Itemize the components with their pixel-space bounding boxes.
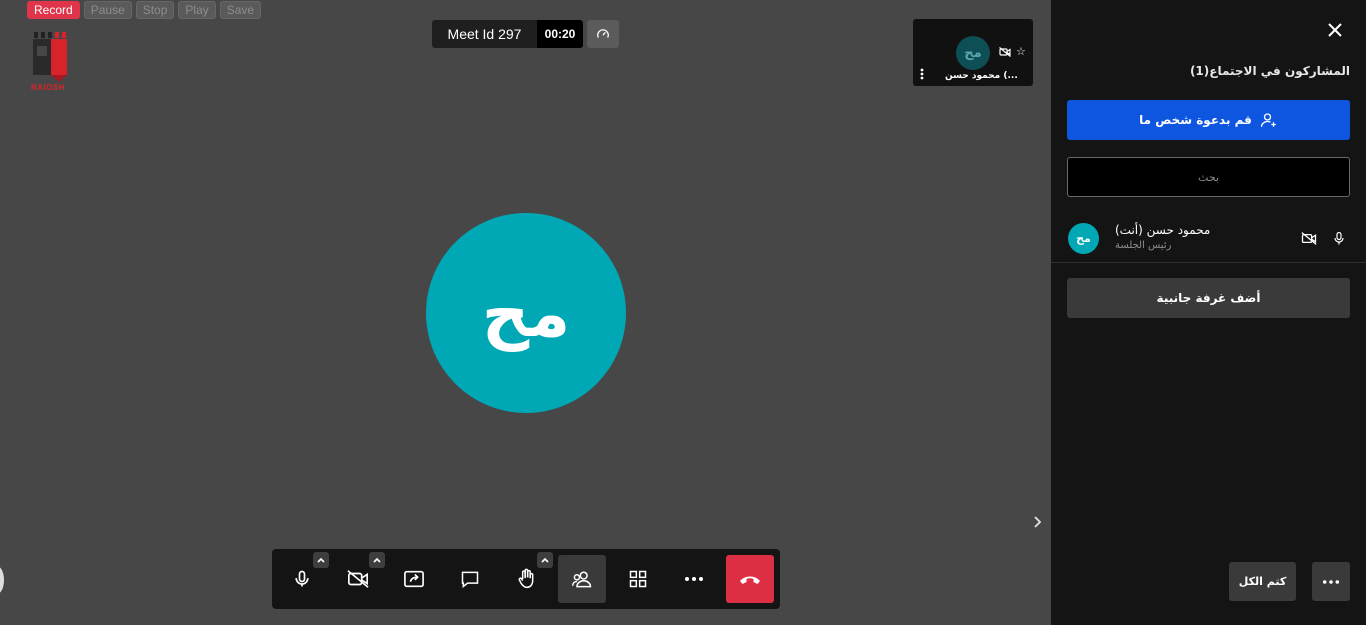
panel-more-button[interactable] <box>1312 562 1350 601</box>
save-button[interactable]: Save <box>219 1 262 19</box>
performance-settings-button[interactable] <box>587 20 619 48</box>
play-button[interactable]: Play <box>178 1 216 19</box>
tile-view-button[interactable] <box>614 555 662 603</box>
more-actions-button[interactable] <box>670 555 718 603</box>
chat-icon <box>461 571 479 589</box>
close-icon <box>1328 23 1342 37</box>
hangup-icon <box>740 576 760 584</box>
thumbnail-name: محمود حسن (... <box>945 71 1018 81</box>
thumbnail-menu-icon[interactable] <box>920 68 924 80</box>
camera-options-button[interactable] <box>369 552 385 568</box>
main-avatar: مح <box>426 213 626 413</box>
participants-panel: المشاركون في الاجتماع(1) قم بدعوة شخص ما… <box>1051 0 1366 625</box>
chevron-up-icon <box>541 557 549 563</box>
participant-row[interactable]: مح محمود حسن (أنت) رئيس الجلسة <box>1051 212 1366 263</box>
edge-handle <box>0 566 4 594</box>
close-panel-button[interactable] <box>1325 20 1345 40</box>
record-button[interactable]: Record <box>27 1 80 19</box>
participant-name: محمود حسن (أنت) <box>1115 223 1211 237</box>
participants-button[interactable] <box>558 555 606 603</box>
microphone-icon <box>1334 231 1344 245</box>
meeting-toolbar <box>272 549 780 609</box>
participants-icon <box>571 571 592 588</box>
chat-button[interactable] <box>446 555 494 603</box>
mute-all-button[interactable]: كتم الكل <box>1229 562 1296 601</box>
participant-avatar: مح <box>1068 223 1099 254</box>
microphone-icon <box>295 570 309 587</box>
search-input[interactable] <box>1067 157 1350 197</box>
tile-view-icon <box>629 570 647 588</box>
moderator-star-icon: ☆ <box>1016 45 1026 58</box>
hangup-button[interactable] <box>726 555 774 603</box>
thumbnail-avatar: مح <box>956 36 990 70</box>
logo-text: NAIOSH <box>31 83 66 92</box>
invite-button[interactable]: قم بدعوة شخص ما <box>1067 100 1350 140</box>
add-breakout-room-button[interactable]: أضف غرفة جانبية <box>1067 278 1350 318</box>
reactions-options-button[interactable] <box>537 552 553 568</box>
chevron-right-icon[interactable] <box>1031 514 1043 530</box>
panel-title: المشاركون في الاجتماع(1) <box>1189 64 1350 78</box>
add-user-icon <box>1260 113 1276 127</box>
share-screen-button[interactable] <box>390 555 438 603</box>
meet-id-label: Meet Id 297 <box>432 20 537 48</box>
chevron-up-icon <box>317 557 325 563</box>
recorder-bar: Record Pause Stop Play Save <box>27 1 262 19</box>
more-icon <box>1322 579 1340 584</box>
camera-off-icon <box>347 570 369 588</box>
gauge-icon <box>597 29 609 38</box>
pause-button[interactable]: Pause <box>83 1 132 19</box>
share-screen-icon <box>404 570 424 588</box>
stop-button[interactable]: Stop <box>135 1 175 19</box>
more-icon <box>685 577 703 581</box>
camera-off-icon <box>1301 232 1317 245</box>
raise-hand-icon <box>518 568 534 589</box>
camera-off-icon <box>999 47 1011 57</box>
microphone-options-button[interactable] <box>313 552 329 568</box>
chevron-up-icon <box>373 557 381 563</box>
participant-role: رئيس الجلسة <box>1115 240 1172 251</box>
local-video-thumbnail[interactable]: مح ☆ محمود حسن (... <box>913 19 1033 86</box>
invite-label: قم بدعوة شخص ما <box>1139 113 1252 127</box>
meeting-timer: 00:20 <box>537 20 583 48</box>
